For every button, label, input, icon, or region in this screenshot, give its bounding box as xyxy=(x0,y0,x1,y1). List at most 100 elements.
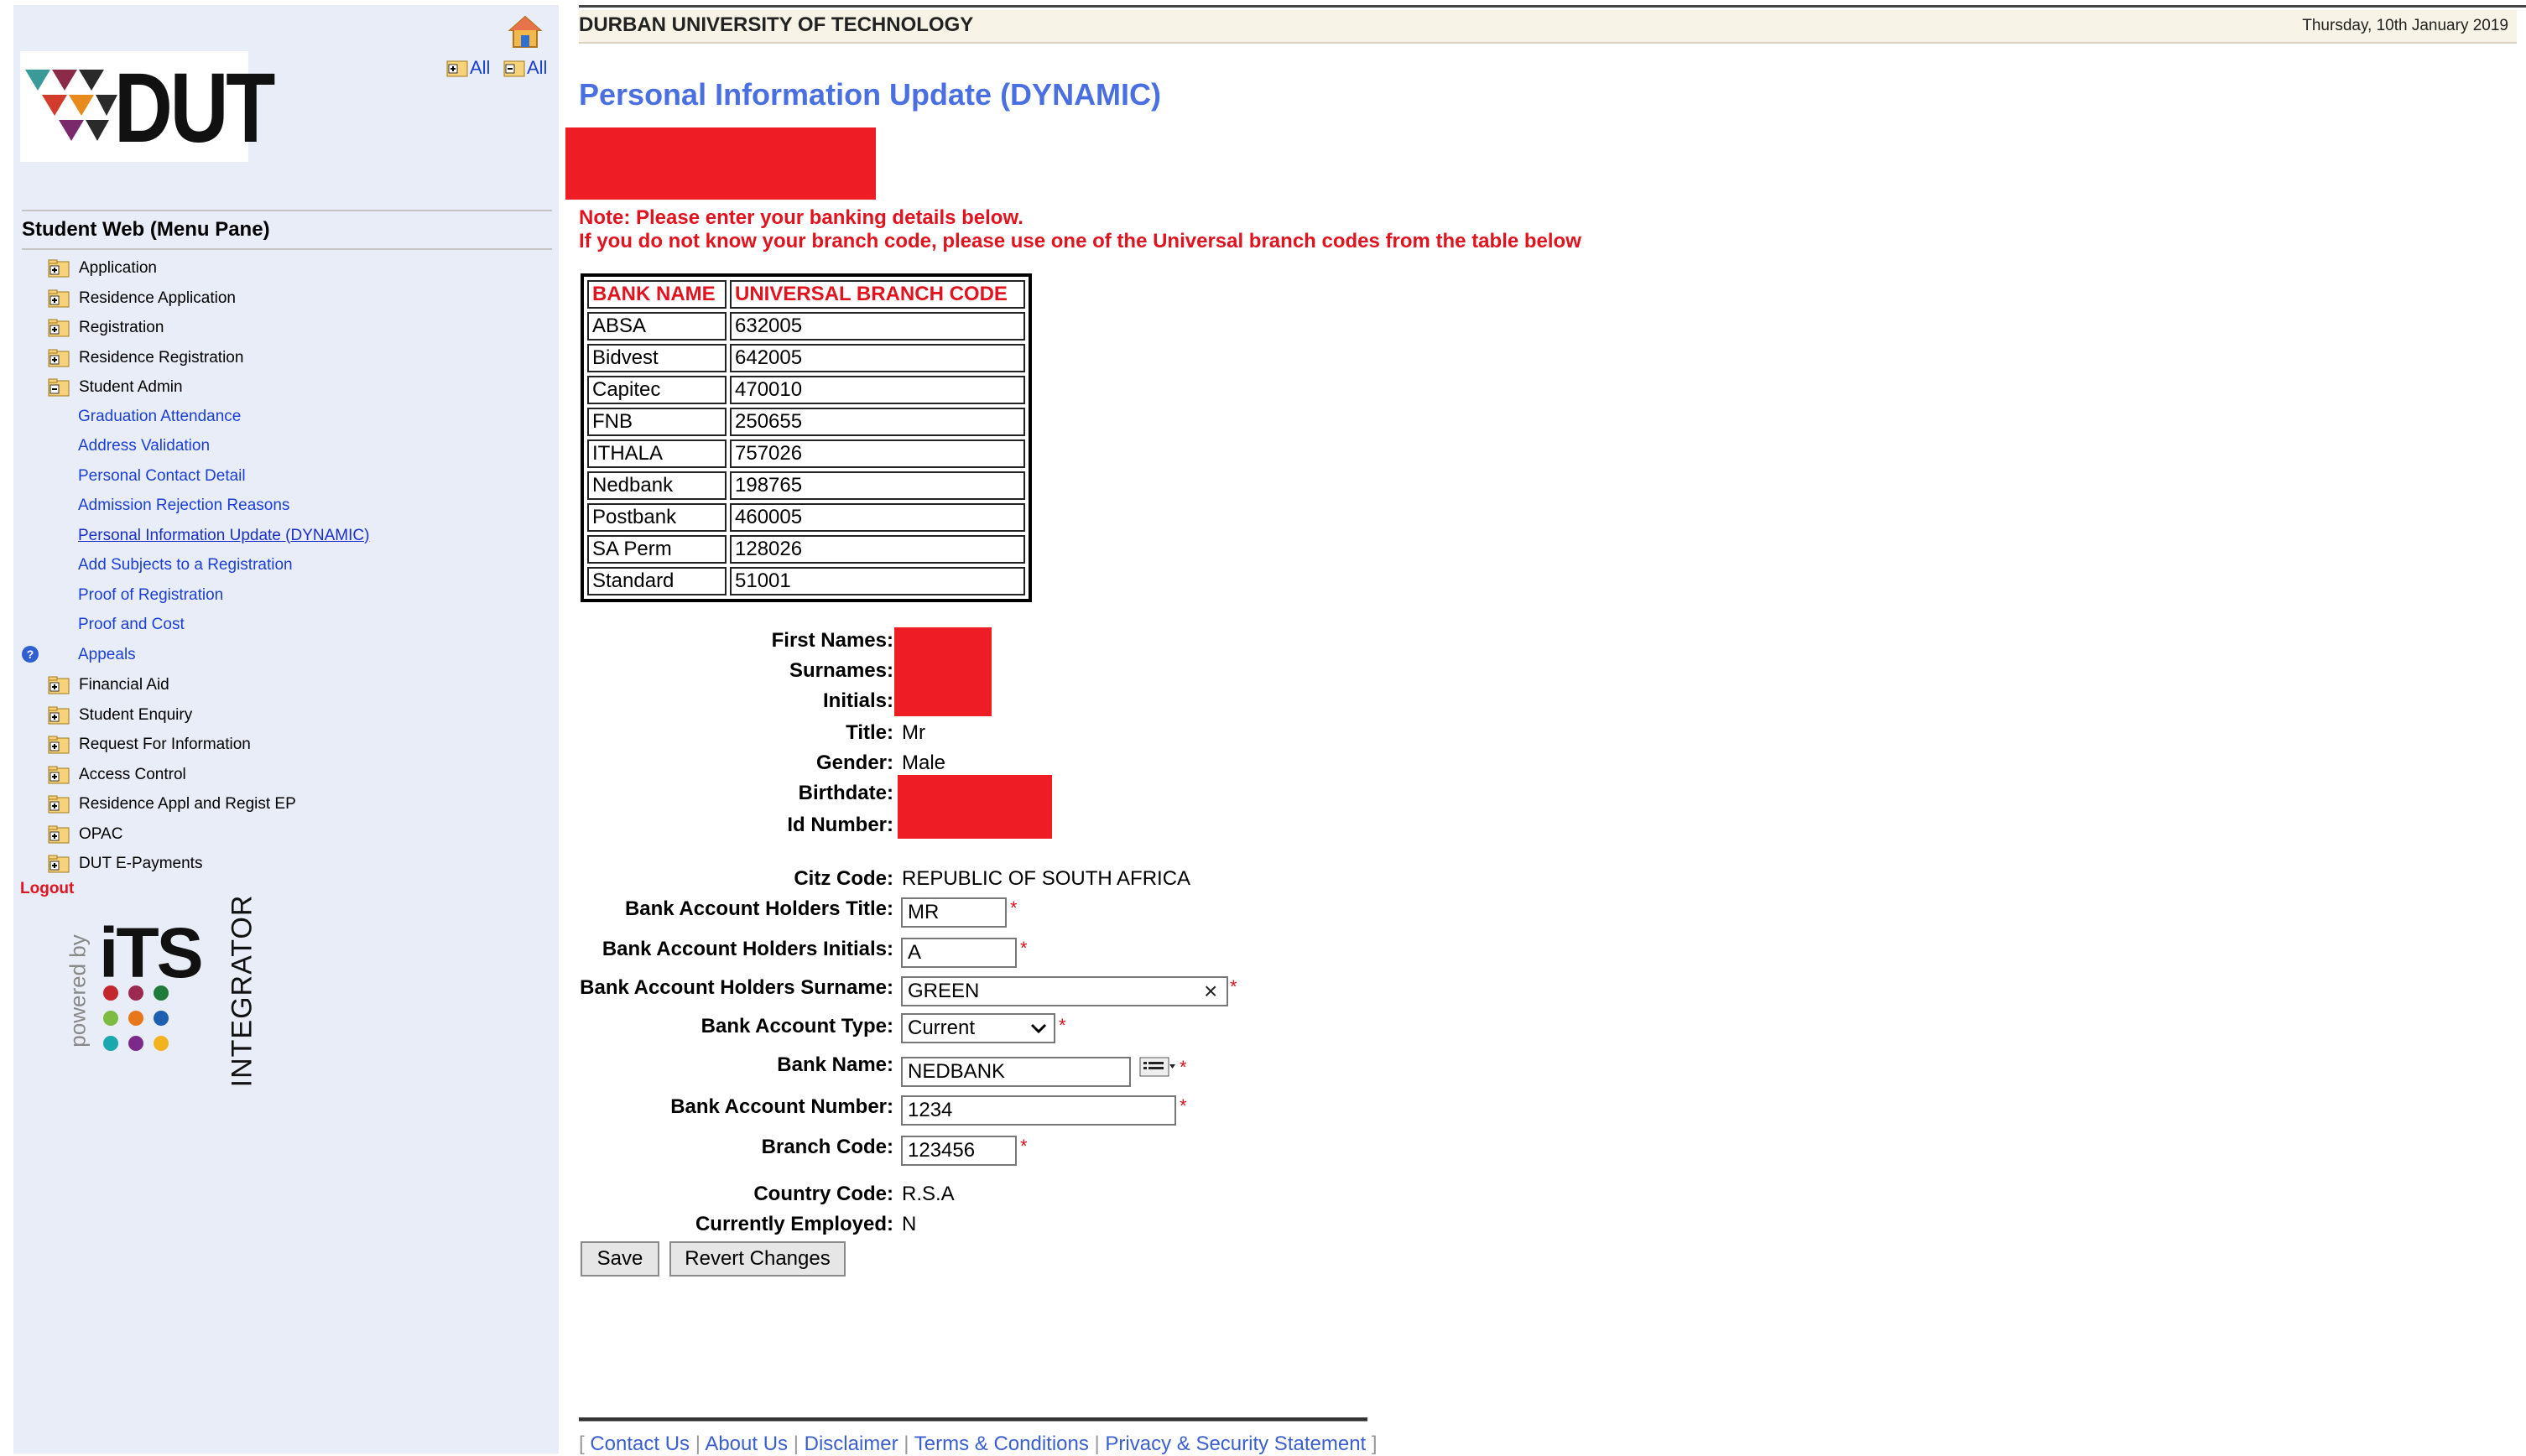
menu-pane-title: Student Web (Menu Pane) xyxy=(22,210,552,250)
dut-triangles-icon xyxy=(25,70,117,141)
holder-initials-input[interactable] xyxy=(901,938,1017,968)
dut-logo: DUT xyxy=(20,51,275,164)
menu-item[interactable]: Residence Registration xyxy=(47,348,243,368)
menu-item-label: Student Enquiry xyxy=(79,705,193,724)
table-row: Bidvest 642005 xyxy=(587,344,1025,372)
menu-item[interactable]: DUT E-Payments xyxy=(47,854,202,874)
menu-pane: All All DUT Student Web (Menu Pane) Logo… xyxy=(13,5,559,1453)
branch-code-cell: 128026 xyxy=(730,535,1025,564)
logout-link[interactable]: Logout xyxy=(20,880,74,898)
branch-code-cell: 460005 xyxy=(730,503,1025,532)
bank-name-cell: SA Perm xyxy=(587,535,727,564)
menu-item[interactable]: Request For Information xyxy=(47,735,251,755)
table-row: SA Perm 128026 xyxy=(587,535,1025,564)
menu-item[interactable]: Residence Appl and Regist EP xyxy=(47,794,296,814)
menu-item[interactable]: Application xyxy=(47,258,157,278)
save-button[interactable]: Save xyxy=(581,1241,659,1277)
menu-item[interactable]: Registration xyxy=(47,318,164,338)
account-type-select[interactable]: Current xyxy=(901,1013,1055,1043)
menu-item-label: Residence Registration xyxy=(79,348,244,367)
surnames-label: Surnames: xyxy=(789,659,893,682)
help-icon: ? xyxy=(20,644,40,668)
table-row: Standard 51001 xyxy=(587,567,1025,595)
lookup-list-icon[interactable] xyxy=(1139,1057,1176,1083)
menu-item-label: DUT E-Payments xyxy=(79,855,203,872)
folder-icon xyxy=(48,319,70,337)
currently-employed-value: N xyxy=(902,1213,917,1235)
folder-plus-icon xyxy=(446,60,468,77)
clear-input-icon[interactable]: × xyxy=(1204,978,1217,1005)
bank-name-cell: Bidvest xyxy=(587,344,727,372)
header-bar: DURBAN UNIVERSITY OF TECHNOLOGY Thursday… xyxy=(579,10,2517,44)
column-header: BANK NAME xyxy=(587,280,727,309)
footer-link[interactable]: Disclaimer xyxy=(805,1433,898,1455)
footer-link[interactable]: Privacy & Security Statement xyxy=(1105,1433,1366,1455)
bank-name-input[interactable] xyxy=(901,1057,1131,1087)
table-row: FNB 250655 xyxy=(587,408,1025,436)
menu-item[interactable]: Student Admin xyxy=(47,377,183,398)
gender-value: Male xyxy=(902,751,946,774)
student-admin-link[interactable]: Graduation Attendance xyxy=(78,408,241,426)
student-admin-link[interactable]: Add Subjects to a Registration xyxy=(78,556,293,575)
branch-code-input[interactable] xyxy=(901,1136,1017,1166)
bank-name-cell: Postbank xyxy=(587,503,727,532)
menu-item[interactable]: Financial Aid xyxy=(47,675,169,695)
menu-item[interactable]: Student Enquiry xyxy=(47,705,192,725)
chevron-down-icon xyxy=(1030,1023,1047,1034)
account-number-input[interactable] xyxy=(901,1095,1176,1126)
student-admin-link[interactable]: Personal Contact Detail xyxy=(78,467,246,486)
first-names-label: First Names: xyxy=(771,629,893,652)
footer-link[interactable]: Contact Us xyxy=(590,1433,690,1455)
branch-code-label: Branch Code: xyxy=(761,1136,893,1158)
menu-item-label: Residence Appl and Regist EP xyxy=(79,795,296,813)
home-icon[interactable] xyxy=(507,13,544,55)
branch-code-cell: 642005 xyxy=(730,344,1025,372)
required-marker: * xyxy=(1230,976,1237,997)
student-admin-link[interactable]: Admission Rejection Reasons xyxy=(78,497,289,515)
student-admin-link[interactable]: Proof and Cost xyxy=(78,616,185,634)
country-code-value: R.S.A xyxy=(902,1183,955,1205)
required-marker: * xyxy=(1180,1057,1187,1078)
branch-code-cell: 198765 xyxy=(730,471,1025,500)
menu-item[interactable]: OPAC xyxy=(47,824,122,845)
collapse-all-button[interactable]: All xyxy=(503,57,547,79)
bank-name-cell: FNB xyxy=(587,408,727,436)
dut-logo-text: DUT xyxy=(114,53,275,164)
student-admin-link[interactable]: Appeals xyxy=(78,646,136,664)
footer-link[interactable]: About Us xyxy=(705,1433,788,1455)
footer-link[interactable]: Terms & Conditions xyxy=(914,1433,1089,1455)
country-code-label: Country Code: xyxy=(753,1183,893,1205)
table-header-row: BANK NAME UNIVERSAL BRANCH CODE xyxy=(587,280,1025,309)
current-date: Thursday, 10th January 2019 xyxy=(2302,17,2508,34)
menu-item[interactable]: Access Control xyxy=(47,765,186,785)
revert-changes-button[interactable]: Revert Changes xyxy=(669,1241,846,1277)
redacted-id-block xyxy=(898,775,1052,839)
bank-name-cell: ITHALA xyxy=(587,439,727,468)
folder-minus-icon xyxy=(503,60,525,77)
branch-code-cell: 51001 xyxy=(730,567,1025,595)
account-type-label: Bank Account Type: xyxy=(701,1015,893,1037)
universal-branch-code-table: BANK NAME UNIVERSAL BRANCH CODE ABSA 6320… xyxy=(581,273,1032,602)
note-banking: Note: Please enter your banking details … xyxy=(579,206,1023,229)
menu-item-label: Residence Application xyxy=(79,289,236,307)
table-row: Nedbank 198765 xyxy=(587,471,1025,500)
folder-icon xyxy=(48,825,70,843)
student-admin-link[interactable]: Address Validation xyxy=(78,437,210,455)
gender-label: Gender: xyxy=(815,751,893,774)
folder-icon xyxy=(48,676,70,694)
citz-code-label: Citz Code: xyxy=(794,867,893,890)
menu-item-label: Application xyxy=(79,259,157,277)
student-admin-link[interactable]: Personal Information Update (DYNAMIC) xyxy=(78,527,369,545)
svg-text:?: ? xyxy=(27,647,34,661)
student-admin-link[interactable]: Proof of Registration xyxy=(78,586,223,605)
initials-label: Initials: xyxy=(822,689,893,712)
redacted-block xyxy=(565,127,876,200)
folder-icon xyxy=(48,736,70,754)
holder-surname-input[interactable] xyxy=(901,976,1228,1006)
expand-all-button[interactable]: All xyxy=(446,57,490,79)
menu-item-label: OPAC xyxy=(79,824,123,843)
branch-code-cell: 757026 xyxy=(730,439,1025,468)
menu-item[interactable]: Residence Application xyxy=(47,289,236,309)
holder-title-input[interactable] xyxy=(901,897,1007,928)
folder-icon xyxy=(48,766,70,783)
